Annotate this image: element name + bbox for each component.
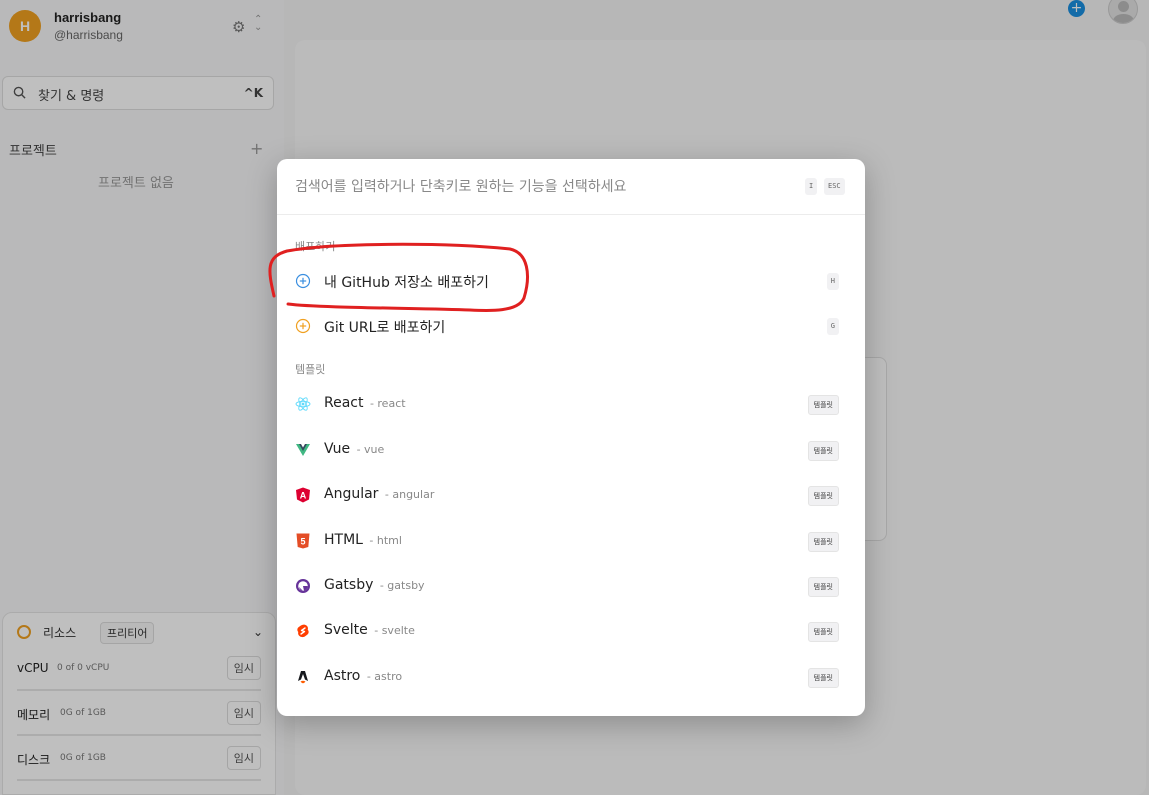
item-label: Vue - vue [324, 441, 384, 457]
item-label: React - react [324, 395, 406, 411]
item-label: 내 GitHub 저장소 배포하기 [324, 275, 489, 291]
template-item-partial[interactable] [289, 707, 853, 716]
template-name: Svelte [324, 622, 368, 638]
kbd-esc: ESC [824, 178, 845, 195]
template-name: HTML [324, 532, 363, 548]
plus-circle-blue-icon [295, 273, 311, 289]
template-item-svelte[interactable]: Svelte - svelte 템플릿 [289, 611, 853, 651]
template-section-label: 템플릿 [295, 363, 326, 376]
template-name: Gatsby [324, 577, 374, 593]
template-slug: - astro [366, 670, 403, 683]
template-tag: 템플릿 [807, 668, 839, 688]
template-tag: 템플릿 [807, 577, 839, 597]
template-item-astro[interactable]: Astro - astro 템플릿 [289, 657, 853, 697]
command-palette: I ESC 배포하기 내 GitHub 저장소 배포하기 H Git URL로 … [277, 159, 865, 716]
template-slug: - gatsby [379, 579, 425, 592]
deploy-github-item[interactable]: 내 GitHub 저장소 배포하기 H [289, 261, 853, 301]
template-tag: 템플릿 [807, 395, 839, 415]
svg-text:A: A [300, 491, 307, 501]
deploy-section-label: 배포하기 [295, 240, 336, 253]
item-label: Gatsby - gatsby [324, 577, 425, 593]
kbd-i: I [805, 178, 818, 195]
astro-icon [298, 671, 308, 684]
template-name: Astro [324, 668, 361, 684]
angular-icon: A [296, 487, 310, 503]
template-tag: 템플릿 [807, 532, 839, 552]
template-item-angular[interactable]: A Angular - angular 템플릿 [289, 475, 853, 515]
template-slug: - svelte [374, 624, 415, 637]
react-icon [295, 397, 311, 411]
palette-search-input[interactable] [295, 175, 795, 199]
template-item-html[interactable]: 5 HTML - html 템플릿 [289, 521, 853, 561]
template-slug: - html [369, 534, 402, 547]
template-item-react[interactable]: React - react 템플릿 [289, 384, 853, 424]
template-tag: 템플릿 [807, 486, 839, 506]
item-label: Angular - angular [324, 486, 434, 502]
template-name: Angular [324, 486, 379, 502]
html5-icon: 5 [296, 533, 310, 549]
item-label: Git URL로 배포하기 [324, 320, 446, 336]
gatsby-icon [296, 579, 310, 593]
template-item-vue[interactable]: Vue - vue 템플릿 [289, 430, 853, 470]
item-label: Svelte - svelte [324, 622, 415, 638]
template-tag: 템플릿 [807, 441, 839, 461]
vue-icon [296, 444, 310, 456]
template-slug: - vue [356, 443, 385, 456]
palette-search-row: I ESC [277, 159, 865, 215]
template-item-gatsby[interactable]: Gatsby - gatsby 템플릿 [289, 566, 853, 606]
plus-circle-orange-icon [295, 318, 311, 334]
item-shortcut: H [826, 273, 839, 290]
svelte-icon [297, 624, 309, 638]
template-name: Vue [324, 441, 351, 457]
template-slug: - react [369, 397, 406, 410]
item-label: Astro - astro [324, 668, 402, 684]
item-shortcut: G [826, 318, 839, 335]
item-label: HTML - html [324, 532, 402, 548]
template-slug: - angular [384, 488, 435, 501]
template-name: React [324, 395, 364, 411]
svg-text:5: 5 [300, 537, 305, 547]
deploy-git-url-item[interactable]: Git URL로 배포하기 G [289, 306, 853, 346]
template-tag: 템플릿 [807, 622, 839, 642]
